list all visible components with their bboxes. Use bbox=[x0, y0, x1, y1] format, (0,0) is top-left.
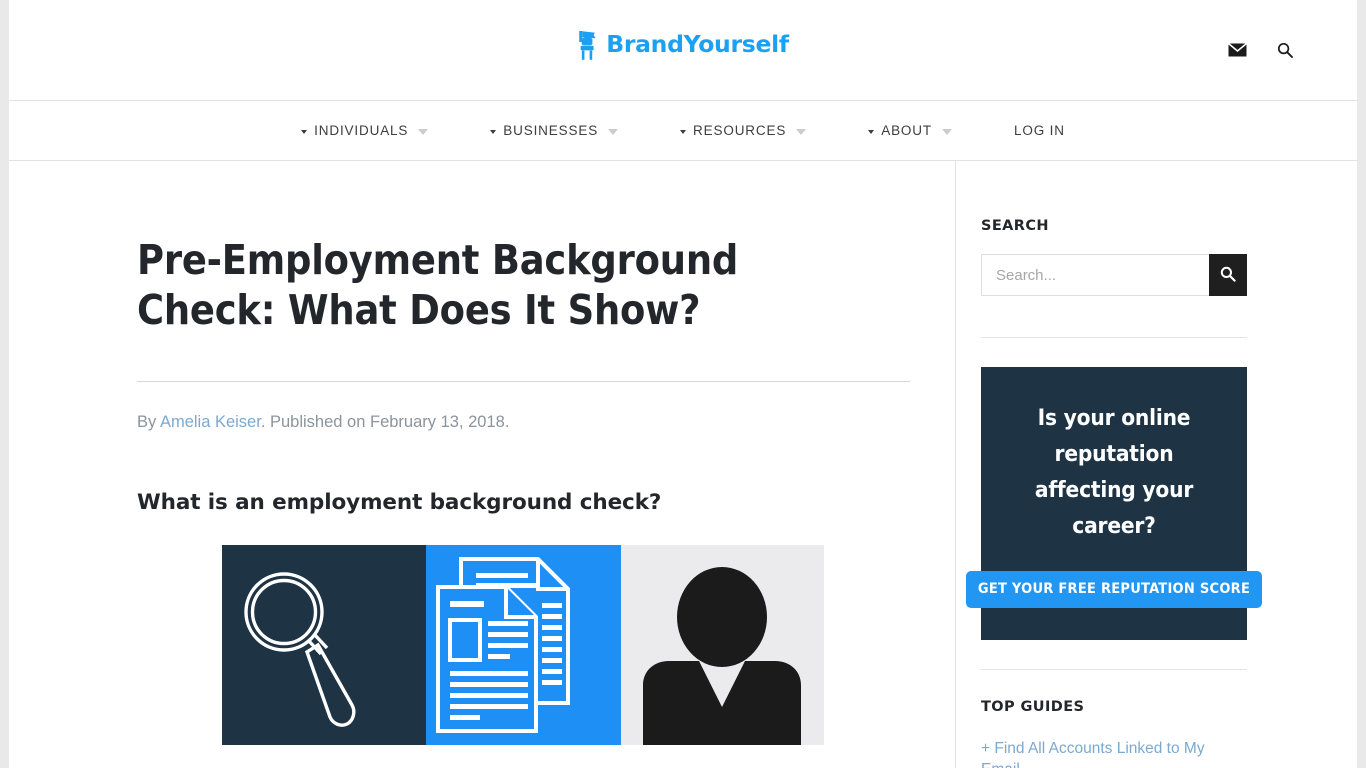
chevron-down-icon bbox=[796, 128, 807, 135]
sidebar-promo-block: Is your online reputation affecting your… bbox=[965, 338, 1263, 640]
magnifier-panel bbox=[222, 545, 426, 745]
nav-item-login[interactable]: LOG IN bbox=[983, 123, 1096, 138]
caret-left-icon bbox=[868, 129, 875, 134]
article-paragraph: An employment background check is a scre… bbox=[137, 745, 897, 768]
site-container: BrandYourself INDIVIDUALS BUSINESSES RES… bbox=[9, 0, 1357, 768]
content-row: Pre-Employment Background Check: What Do… bbox=[9, 161, 1357, 768]
nav-item-individuals[interactable]: INDIVIDUALS bbox=[270, 123, 459, 138]
person-silhouette-icon bbox=[643, 567, 801, 745]
nav-item-businesses[interactable]: BUSINESSES bbox=[459, 123, 649, 138]
sidebar: SEARCH Search... Is your online reputati… bbox=[955, 161, 1357, 768]
header-icon-group bbox=[1227, 42, 1293, 63]
nav-item-resources[interactable]: RESOURCES bbox=[649, 123, 837, 138]
top-guide-link[interactable]: + Find All Accounts Linked to My Email bbox=[981, 738, 1247, 768]
search-icon[interactable] bbox=[1277, 42, 1293, 63]
person-panel bbox=[621, 545, 824, 745]
nav-label: RESOURCES bbox=[693, 123, 787, 138]
article-column: Pre-Employment Background Check: What Do… bbox=[9, 161, 955, 768]
article-hero-image bbox=[222, 545, 824, 745]
site-logo[interactable]: BrandYourself bbox=[577, 30, 789, 60]
logo-wordmark: BrandYourself bbox=[606, 30, 789, 59]
promo-line-1: Is your online reputation bbox=[1037, 404, 1191, 467]
documents-icon bbox=[436, 557, 570, 733]
nav-item-about[interactable]: ABOUT bbox=[837, 123, 983, 138]
caret-left-icon bbox=[301, 129, 308, 134]
search-input[interactable] bbox=[981, 254, 1209, 296]
author-link[interactable]: Amelia Keiser bbox=[160, 413, 261, 431]
sidebar-search-form bbox=[981, 254, 1247, 296]
brandyourself-mark-icon bbox=[577, 30, 599, 60]
sidebar-top-guides-block: TOP GUIDES + Find All Accounts Linked to… bbox=[981, 670, 1247, 768]
byline-prefix: By bbox=[137, 413, 160, 431]
documents-panel bbox=[426, 545, 621, 745]
reputation-promo-banner[interactable]: Is your online reputation affecting your… bbox=[965, 367, 1263, 640]
promo-headline: Is your online reputation affecting your… bbox=[999, 400, 1229, 544]
main-navigation: INDIVIDUALS BUSINESSES RESOURCES ABOUT L… bbox=[9, 101, 1357, 161]
search-submit-button[interactable] bbox=[1209, 254, 1247, 296]
promo-line-2: affecting your career? bbox=[1034, 476, 1194, 539]
nav-label: ABOUT bbox=[881, 123, 932, 138]
sidebar-top-guides-heading: TOP GUIDES bbox=[981, 699, 1085, 715]
nav-label: BUSINESSES bbox=[503, 123, 599, 138]
chevron-down-icon bbox=[608, 128, 619, 135]
nav-list: INDIVIDUALS BUSINESSES RESOURCES ABOUT L… bbox=[270, 123, 1096, 138]
sidebar-search-heading: SEARCH bbox=[981, 218, 1049, 234]
section-heading: What is an employment background check? bbox=[137, 490, 662, 515]
byline-suffix: . Published on February 13, 2018. bbox=[260, 413, 510, 431]
chevron-down-icon bbox=[941, 128, 952, 135]
magnifying-glass-icon bbox=[244, 572, 356, 727]
page-title: Pre-Employment Background Check: What Do… bbox=[137, 236, 739, 334]
page-root: BrandYourself INDIVIDUALS BUSINESSES RES… bbox=[0, 0, 1366, 768]
caret-left-icon bbox=[680, 129, 687, 134]
chevron-down-icon bbox=[418, 128, 429, 135]
nav-label: LOG IN bbox=[1013, 123, 1065, 138]
envelope-icon[interactable] bbox=[1227, 42, 1248, 62]
sidebar-search-block: SEARCH bbox=[981, 161, 1247, 296]
site-header: BrandYourself bbox=[9, 0, 1357, 101]
nav-label: INDIVIDUALS bbox=[314, 123, 409, 138]
search-icon bbox=[1220, 266, 1236, 285]
caret-left-icon bbox=[490, 129, 497, 134]
get-reputation-score-button[interactable]: GET YOUR FREE REPUTATION SCORE bbox=[965, 570, 1263, 608]
article-byline: By Amelia Keiser. Published on February … bbox=[137, 382, 909, 433]
